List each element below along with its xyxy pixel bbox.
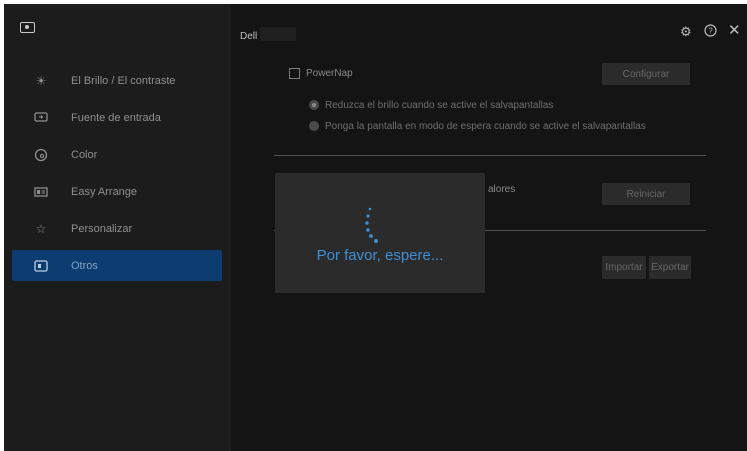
radio-standby-mode[interactable] bbox=[309, 121, 319, 131]
app-window: ☀ El Brillo / El contraste Fuente de ent… bbox=[4, 4, 747, 451]
sidebar-item-label: Otros bbox=[71, 259, 98, 272]
section-divider bbox=[274, 155, 706, 156]
sidebar-item-others[interactable]: Otros bbox=[12, 250, 222, 281]
input-source-icon bbox=[33, 110, 49, 126]
svg-text:?: ? bbox=[708, 27, 713, 36]
loading-message: Por favor, espere... bbox=[316, 247, 444, 264]
sidebar-item-label: Fuente de entrada bbox=[71, 111, 161, 124]
sidebar-item-personalize[interactable]: ☆ Personalizar bbox=[12, 213, 222, 244]
others-icon bbox=[33, 258, 49, 274]
settings-gear-icon[interactable]: ⚙ bbox=[680, 24, 692, 40]
monitor-app-icon[interactable] bbox=[20, 22, 35, 33]
reset-label-partial: alores bbox=[488, 184, 516, 195]
sidebar-item-label: Easy Arrange bbox=[71, 185, 138, 198]
powernap-label: PowerNap bbox=[306, 68, 353, 79]
sidebar-item-easy-arrange[interactable]: Easy Arrange bbox=[12, 176, 222, 207]
radio-reduce-brightness[interactable] bbox=[309, 100, 319, 110]
color-palette-icon bbox=[33, 147, 49, 163]
sidebar-item-input-source[interactable]: Fuente de entrada bbox=[12, 102, 222, 133]
sidebar: ☀ El Brillo / El contraste Fuente de ent… bbox=[4, 4, 231, 451]
sidebar-item-label: Color bbox=[71, 148, 98, 161]
help-icon[interactable]: ? bbox=[704, 24, 717, 40]
window-title: Dell bbox=[240, 31, 258, 42]
easy-arrange-icon bbox=[33, 184, 49, 200]
loading-dialog: Por favor, espere... bbox=[275, 173, 485, 293]
radio-label: Ponga la pantalla en modo de espera cuan… bbox=[325, 121, 646, 132]
sidebar-item-color[interactable]: Color bbox=[12, 139, 222, 170]
sidebar-item-brightness-contrast[interactable]: ☀ El Brillo / El contraste bbox=[12, 65, 222, 96]
export-button[interactable]: Exportar bbox=[649, 256, 691, 279]
star-icon: ☆ bbox=[35, 221, 47, 236]
loading-spinner-icon bbox=[365, 207, 378, 243]
configure-button[interactable]: Configurar bbox=[602, 63, 690, 85]
model-name-redacted bbox=[260, 27, 296, 41]
sidebar-item-label: Personalizar bbox=[71, 222, 133, 235]
close-icon[interactable]: ✕ bbox=[728, 21, 741, 39]
reset-button[interactable]: Reiniciar bbox=[602, 183, 690, 205]
import-button[interactable]: Importar bbox=[602, 256, 646, 279]
radio-label: Reduzca el brillo cuando se active el sa… bbox=[325, 100, 554, 111]
sidebar-item-label: El Brillo / El contraste bbox=[71, 74, 176, 87]
powernap-checkbox[interactable] bbox=[289, 68, 300, 79]
sun-icon: ☀ bbox=[35, 73, 47, 88]
